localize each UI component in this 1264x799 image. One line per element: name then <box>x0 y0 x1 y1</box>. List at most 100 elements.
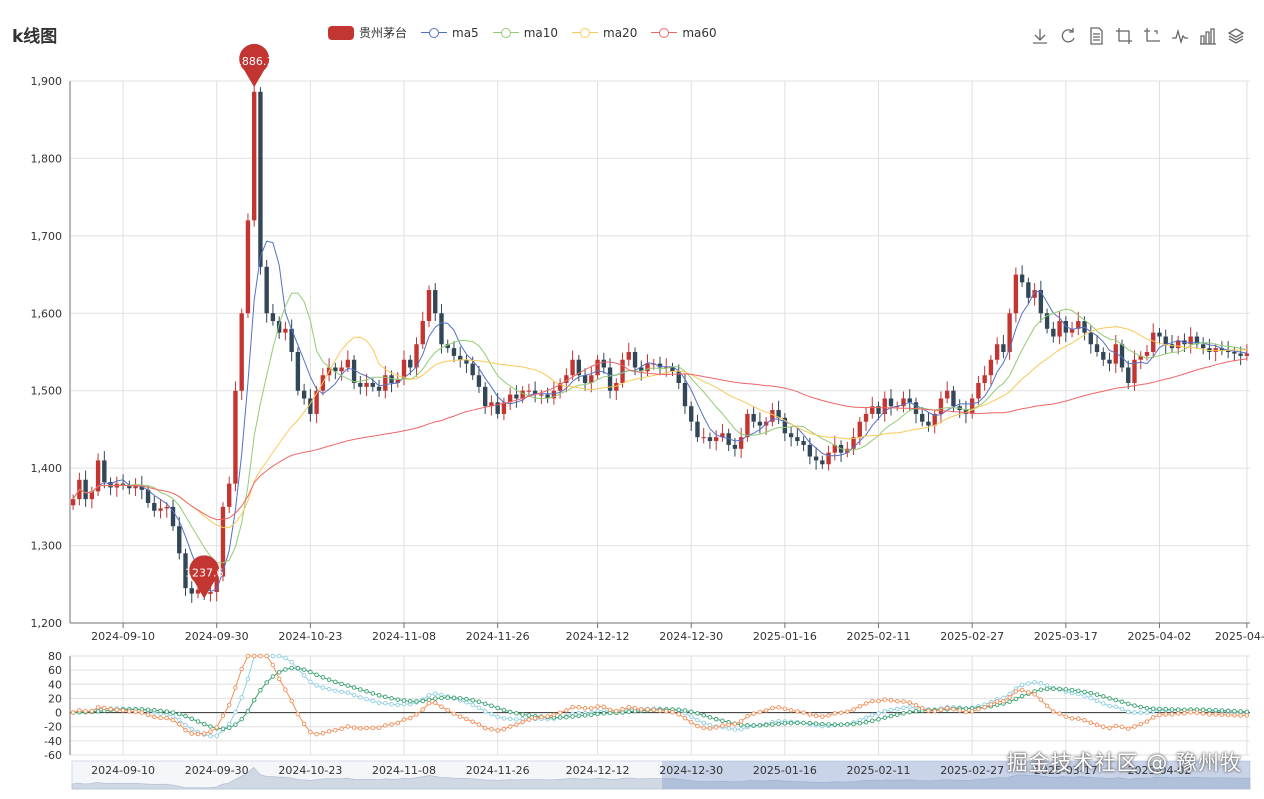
candle-body <box>969 398 975 414</box>
macd-point <box>470 702 475 708</box>
macd-point <box>189 716 194 722</box>
macd-point <box>882 715 888 720</box>
candle-body <box>701 437 706 439</box>
macd-point <box>177 717 182 723</box>
macd-y-tick-label: 60 <box>48 664 62 677</box>
macd-point <box>901 705 906 711</box>
macd-point <box>695 711 700 716</box>
macd-point <box>158 708 163 714</box>
macd-point <box>782 706 788 712</box>
macd-point <box>189 727 194 732</box>
watermark: 掘金技术社区 @ 豫州牧 <box>1006 751 1242 775</box>
macd-point <box>1107 703 1112 709</box>
macd-point <box>1076 688 1081 694</box>
macd-point <box>1094 722 1100 728</box>
candle-body <box>813 456 819 461</box>
candle-body <box>301 390 307 399</box>
macd-point <box>133 709 138 715</box>
macd-point <box>451 695 457 701</box>
macd-point <box>270 662 276 668</box>
macd-point <box>1113 704 1119 709</box>
macd-point <box>1150 706 1156 711</box>
candle-body <box>351 359 357 383</box>
macd-point <box>233 685 238 690</box>
macd-point <box>339 689 344 695</box>
macd-point <box>320 675 326 680</box>
candle-body <box>1013 274 1019 314</box>
macd-point <box>807 720 813 726</box>
macd-point <box>1013 696 1019 702</box>
candle-body <box>570 359 575 376</box>
macd-point <box>770 705 775 711</box>
macd-point <box>1207 707 1212 713</box>
macd-point <box>670 709 675 715</box>
macd-point <box>576 713 582 719</box>
macd-point <box>264 653 269 659</box>
macd-point <box>383 700 388 706</box>
macd-point <box>77 708 82 713</box>
macd-point <box>1101 694 1106 699</box>
macd-point <box>732 727 738 732</box>
macd-point <box>851 721 856 727</box>
macd-point <box>782 721 788 726</box>
candle-body <box>177 526 182 554</box>
macd-point <box>295 665 301 671</box>
macd-point <box>1132 724 1137 729</box>
datazoom-tick-label: 2025-01-16 <box>753 764 817 777</box>
macd-point <box>1182 711 1187 716</box>
candle-body <box>926 421 931 426</box>
macd-point <box>251 653 257 659</box>
macd-point <box>170 717 176 723</box>
candle-body <box>1094 344 1100 352</box>
macd-point <box>601 711 607 716</box>
candle-body <box>907 398 912 403</box>
macd-point <box>351 725 357 730</box>
x-tick-label: 2024-09-10 <box>91 630 155 643</box>
macd-point <box>208 724 213 729</box>
macd-point <box>1157 706 1162 712</box>
candle-body <box>645 363 650 372</box>
candle-body <box>1051 328 1056 337</box>
macd-point <box>888 697 894 703</box>
kline-chart: 1,200 1,300 1,400 1,500 1,600 1,700 1,800 1,900… <box>31 43 1264 790</box>
x-tick-label: 2024-11-26 <box>466 630 530 643</box>
macd-point <box>308 729 313 735</box>
macd-point <box>520 712 525 717</box>
macd-y-tick-label: -20 <box>44 721 62 734</box>
macd-point <box>420 698 426 704</box>
macd-point <box>876 698 881 704</box>
macd-point <box>539 714 544 720</box>
macd-point <box>763 722 769 728</box>
y-tick-label: 1,400 <box>31 462 63 475</box>
candle-body <box>826 452 831 465</box>
macd-point <box>745 723 750 728</box>
macd-point <box>751 711 756 716</box>
macd-point <box>514 711 519 716</box>
y-tick-label: 1,600 <box>31 307 63 320</box>
macd-point <box>464 716 469 722</box>
macd-point <box>326 686 332 692</box>
macd-point <box>1157 712 1162 718</box>
macd-point <box>901 699 906 704</box>
macd-point <box>1094 692 1100 697</box>
macd-point <box>1038 687 1044 692</box>
macd-point <box>589 706 594 711</box>
macd-point <box>763 708 769 713</box>
candle-body <box>251 91 257 221</box>
macd-point <box>214 725 219 730</box>
macd-point <box>557 715 563 720</box>
candle-body <box>1107 359 1112 364</box>
macd-point <box>1244 713 1250 718</box>
macd-point <box>414 699 419 704</box>
macd-point <box>226 702 232 708</box>
macd-point <box>570 714 575 719</box>
candle-body <box>1238 353 1243 356</box>
candle-body <box>95 460 101 492</box>
macd-point <box>476 705 482 710</box>
macd-point <box>651 707 657 713</box>
macd-point <box>720 718 725 724</box>
macd-point <box>726 726 731 731</box>
x-tick-label: 2024-11-08 <box>372 630 436 643</box>
candle-body <box>582 375 588 383</box>
candle-body <box>1151 332 1156 352</box>
